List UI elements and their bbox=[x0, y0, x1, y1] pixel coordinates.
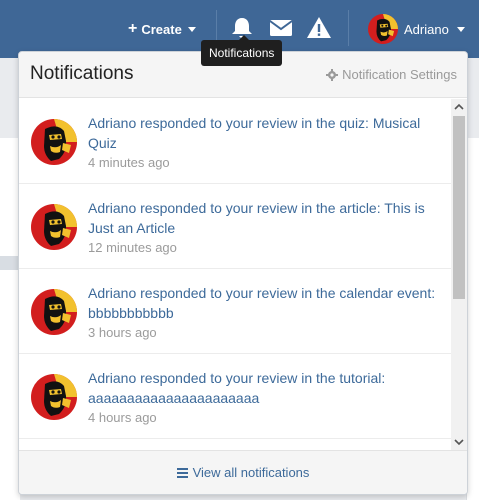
notification-item[interactable]: Adriano responded to your review in the … bbox=[19, 184, 451, 269]
notification-settings-link[interactable]: Notification Settings bbox=[326, 67, 457, 82]
create-menu-button[interactable]: + Create bbox=[128, 18, 196, 40]
chevron-down-icon bbox=[187, 26, 196, 32]
warning-icon[interactable] bbox=[306, 16, 332, 40]
view-all-label: View all notifications bbox=[192, 465, 310, 480]
navbar-divider bbox=[348, 10, 349, 46]
notifications-dropdown: Notifications Notification Settings Adri… bbox=[18, 51, 468, 495]
notification-time: 4 minutes ago bbox=[88, 155, 170, 170]
background-card bbox=[0, 138, 20, 500]
notification-time: 4 hours ago bbox=[88, 410, 157, 425]
user-menu-button[interactable]: Adriano bbox=[368, 14, 465, 44]
user-name: Adriano bbox=[404, 21, 449, 37]
notification-text: Adriano responded to your review in the … bbox=[88, 370, 386, 406]
gear-icon bbox=[326, 68, 339, 81]
notification-time: 3 hours ago bbox=[88, 325, 157, 340]
background-strip bbox=[0, 256, 20, 270]
scrollbar-thumb[interactable] bbox=[453, 116, 465, 299]
view-all-notifications-link[interactable]: View all notifications bbox=[19, 450, 467, 494]
envelope-icon[interactable] bbox=[268, 16, 294, 40]
plus-icon: + bbox=[128, 20, 138, 37]
create-label: Create bbox=[141, 21, 182, 37]
notification-item[interactable]: Adriano responded to your review in the … bbox=[19, 269, 451, 354]
notification-text: Adriano responded to your review in the … bbox=[88, 115, 421, 151]
chevron-down-icon[interactable] bbox=[454, 437, 464, 447]
settings-label: Notification Settings bbox=[342, 67, 457, 82]
avatar bbox=[368, 14, 398, 44]
notification-scrollbar[interactable] bbox=[451, 99, 467, 450]
chevron-up-icon[interactable] bbox=[454, 102, 464, 112]
notification-text: Adriano responded to your review in the … bbox=[88, 200, 425, 236]
avatar bbox=[31, 289, 77, 335]
notifications-tooltip: Notifications bbox=[201, 35, 283, 66]
list-icon bbox=[176, 467, 188, 478]
avatar bbox=[31, 204, 77, 250]
avatar bbox=[31, 119, 77, 165]
avatar bbox=[31, 374, 77, 420]
notification-text: Adriano responded to your review in the … bbox=[88, 285, 436, 321]
notification-list: Adriano responded to your review in the … bbox=[19, 99, 451, 450]
chevron-down-icon bbox=[456, 26, 465, 32]
dropdown-title: Notifications bbox=[30, 63, 134, 84]
notification-time: 12 minutes ago bbox=[88, 240, 177, 255]
notification-item[interactable]: Adriano responded to your review in the … bbox=[19, 354, 451, 439]
notification-item[interactable]: Adriano responded to your review in the … bbox=[19, 99, 451, 184]
